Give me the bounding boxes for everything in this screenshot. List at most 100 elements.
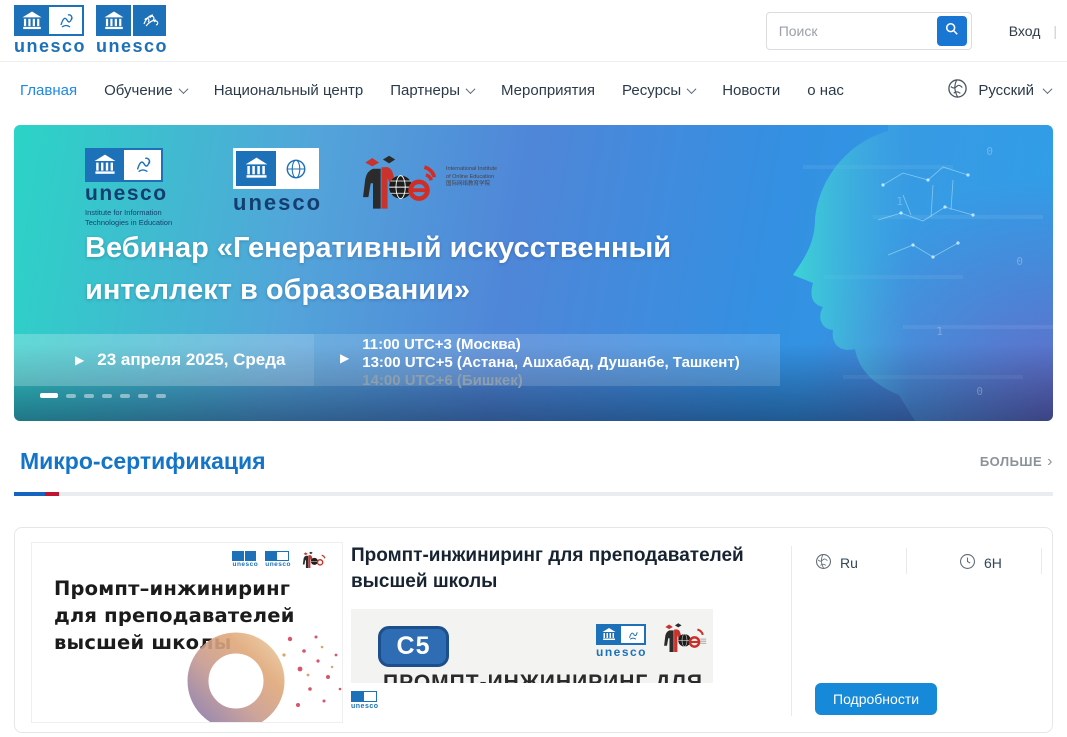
unesco-logo: unesco [232,551,258,569]
nav-item-learning[interactable]: Обучение [104,82,187,99]
search-button[interactable] [937,16,967,46]
carousel-dot[interactable] [138,394,148,398]
section-divider [14,492,1053,496]
carousel-dot[interactable] [66,394,76,398]
unesco-wordmark: unesco [96,37,168,56]
search-input[interactable] [767,23,937,39]
nav-item-home[interactable]: Главная [20,82,77,99]
carousel-dot[interactable] [84,394,94,398]
webinar-time: 13:00 UTC+5 (Астана, Ашхабад, Душанбе, Т… [362,354,739,372]
unesco-logo: unesco [233,148,322,214]
unesco-logo-boxes [85,148,163,182]
unesco-temple-icon [596,624,621,645]
nav-item-news[interactable]: Новости [722,82,780,99]
unesco-temple-icon [351,691,364,702]
logo-emblem-icon [364,691,377,702]
course-cover-image[interactable]: unesco unesco Промпт–инжиниринг для пр [31,542,343,723]
nav-label: Ресурсы [622,82,681,99]
nav-label: Новости [722,82,780,99]
chevron-down-icon [466,84,476,94]
binary-decoration: 0 [976,385,983,398]
nav-label: Обучение [104,82,173,99]
iioe-logo-icon [298,551,328,568]
nav-item-events[interactable]: Мероприятия [501,82,595,99]
card-vertical-divider [791,546,792,716]
ai-face-decoration [783,125,1053,421]
preview-clipped-heading: ПРОМПТ-ИНЖИНИРИНГ ДЛЯ [383,671,703,683]
hero-logo-row: unesco Institute for Information Technol… [85,148,497,228]
iioe-text: International Institute of Online Educat… [446,166,497,188]
carousel-indicators [40,393,166,398]
unesco-wordmark: unesco [351,703,379,710]
unesco-temple-icon [232,551,244,561]
language-switcher[interactable]: Русский [947,78,1051,103]
binary-decoration: 1 [936,325,943,338]
page: unesco unesco [0,0,1067,737]
webinar-title: Вебинар «Генеративный искусственный инте… [85,227,795,311]
hero-carousel-slide[interactable]: 0 1 0 1 0 unesco Institute for Informati… [14,125,1053,421]
play-marker-icon: ▶ [340,352,349,386]
more-label: БОЛЬШЕ [980,454,1042,469]
logo-emblem-icon [277,551,289,561]
webinar-date-text: 23 апреля 2025, Среда [97,350,285,370]
course-duration: 6H [959,553,1002,573]
login-link[interactable]: Вход [1009,23,1041,39]
globe-icon [947,78,968,103]
nav-item-national-center[interactable]: Национальный центр [214,82,364,99]
unesco-wordmark: unesco [232,562,258,569]
spiral-ring-decoration [152,611,343,723]
logo-emblem-icon [244,551,256,561]
c5-badge: C5 [378,626,449,667]
nav-label: Национальный центр [214,82,364,99]
unesco-wordmark: unesco [85,183,168,205]
more-link[interactable]: БОЛЬШЕ › [980,453,1053,471]
divider-red-segment [45,492,59,496]
unesco-logo-boxes [14,5,84,36]
webinar-times: ▶ 11:00 UTC+3 (Москва) 13:00 UTC+5 (Аста… [340,334,740,386]
carousel-dot-active[interactable] [40,393,58,398]
unesco-temple-icon [14,5,49,36]
course-duration-value: 6H [984,555,1002,571]
iioe-logo: International Institute of Online Educat… [350,152,497,210]
chevron-down-icon [687,84,697,94]
unesco-iite-logo[interactable]: unesco [14,5,86,56]
language-label: Русский [978,82,1034,99]
logo-emblem-icon [49,5,84,36]
unesco-wordmark: unesco [233,191,322,214]
iioe-text-line: of Online Education [446,174,497,181]
main-nav: Главная Обучение Национальный центр Парт… [0,62,1067,118]
webinar-date: ▶ 23 апреля 2025, Среда [14,334,314,386]
course-card: unesco unesco Промпт–инжиниринг для пр [14,527,1053,733]
webinar-time: 11:00 UTC+3 (Москва) [362,336,739,354]
carousel-dot[interactable] [102,394,112,398]
iioe-text-line: International Institute [446,166,497,173]
section-title: Микро-сертификация [20,448,266,475]
carousel-dot[interactable] [120,394,130,398]
binary-decoration: 0 [986,145,993,158]
unesco-logo[interactable]: unesco [96,5,168,56]
chevron-down-icon [178,84,188,94]
unesco-temple-icon [236,151,276,186]
iioe-logo-icon [350,152,442,210]
details-button[interactable]: Подробности [815,683,937,715]
nav-label: Партнеры [390,82,460,99]
course-preview-image[interactable]: C5 unesco [351,609,713,683]
unesco-logo-boxes [96,5,166,36]
binary-decoration: 0 [1016,255,1023,268]
carousel-dot[interactable] [156,394,166,398]
logo-group: unesco unesco [14,5,168,56]
course-title: Промпт-инжиниринг для преподавателей выс… [351,543,791,595]
nav-item-about[interactable]: о нас [807,82,844,99]
globe-icon [815,553,832,573]
unesco-temple-icon [85,148,124,182]
nav-item-resources[interactable]: Ресурсы [622,82,695,99]
nav-item-partners[interactable]: Партнеры [390,82,474,99]
unesco-temple-icon [265,551,277,561]
logo-emblem-icon [124,148,163,182]
unesco-logo: unesco [596,624,647,659]
course-language-value: Ru [840,555,858,571]
clock-icon [959,553,976,573]
unesco-temple-icon [96,5,131,36]
cover-title-line: Промпт–инжиниринг [54,575,295,602]
webinar-time: 14:00 UTC+6 (Бишкек) [362,372,739,390]
